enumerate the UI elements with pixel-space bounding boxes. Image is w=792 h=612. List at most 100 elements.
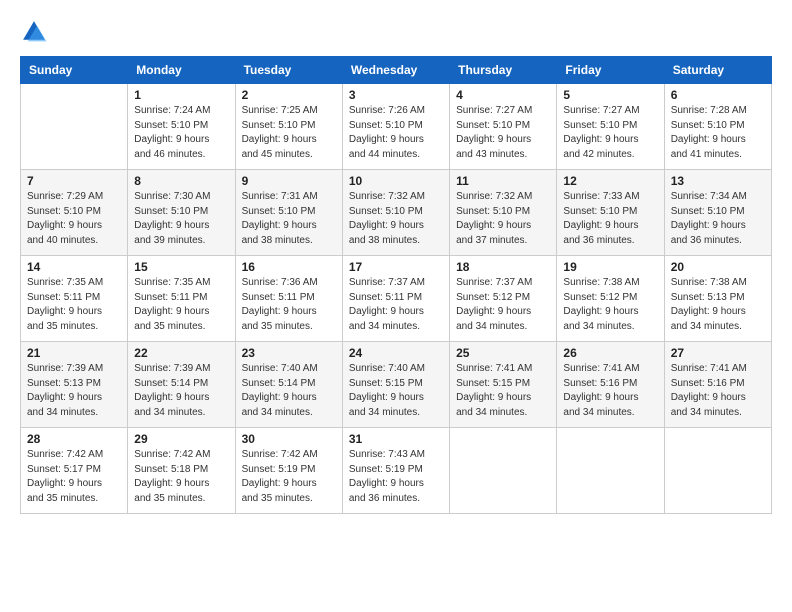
calendar-cell xyxy=(557,428,664,514)
day-info: Sunrise: 7:29 AMSunset: 5:10 PMDaylight:… xyxy=(27,190,121,248)
day-info: Sunrise: 7:41 AMSunset: 5:15 PMDaylight:… xyxy=(456,362,550,420)
calendar-cell: 2 Sunrise: 7:25 AMSunset: 5:10 PMDaylight… xyxy=(235,84,342,170)
calendar-cell: 11Sunrise: 7:32 AMSunset: 5:10 PMDayligh… xyxy=(450,170,557,256)
calendar-week-row: 7 Sunrise: 7:29 AMSunset: 5:10 PMDaylight… xyxy=(21,170,772,256)
calendar-cell: 3 Sunrise: 7:26 AMSunset: 5:10 PMDaylight… xyxy=(342,84,449,170)
calendar-cell: 23Sunrise: 7:40 AMSunset: 5:14 PMDayligh… xyxy=(235,342,342,428)
day-info: Sunrise: 7:26 AMSunset: 5:10 PMDaylight:… xyxy=(349,104,443,162)
day-info: Sunrise: 7:25 AMSunset: 5:10 PMDaylight:… xyxy=(242,104,336,162)
day-info: Sunrise: 7:39 AMSunset: 5:13 PMDaylight:… xyxy=(27,362,121,420)
day-number: 8 xyxy=(134,174,228,188)
calendar-cell: 20Sunrise: 7:38 AMSunset: 5:13 PMDayligh… xyxy=(664,256,771,342)
day-info: Sunrise: 7:37 AMSunset: 5:11 PMDaylight:… xyxy=(349,276,443,334)
day-number: 11 xyxy=(456,174,550,188)
calendar-cell: 18 Sunrise: 7:37 AMSunset: 5:12 PMDayligh… xyxy=(450,256,557,342)
calendar-cell xyxy=(664,428,771,514)
calendar-cell: 4 Sunrise: 7:27 AMSunset: 5:10 PMDaylight… xyxy=(450,84,557,170)
day-info: Sunrise: 7:30 AMSunset: 5:10 PMDaylight:… xyxy=(134,190,228,248)
day-number: 9 xyxy=(242,174,336,188)
day-info: Sunrise: 7:38 AMSunset: 5:12 PMDaylight:… xyxy=(563,276,657,334)
day-info: Sunrise: 7:24 AMSunset: 5:10 PMDaylight:… xyxy=(134,104,228,162)
day-number: 15 xyxy=(134,260,228,274)
day-number: 4 xyxy=(456,88,550,102)
logo xyxy=(20,18,52,46)
day-info: Sunrise: 7:35 AMSunset: 5:11 PMDaylight:… xyxy=(27,276,121,334)
calendar-cell: 9 Sunrise: 7:31 AMSunset: 5:10 PMDaylight… xyxy=(235,170,342,256)
day-info: Sunrise: 7:35 AMSunset: 5:11 PMDaylight:… xyxy=(134,276,228,334)
day-info: Sunrise: 7:42 AMSunset: 5:18 PMDaylight:… xyxy=(134,448,228,506)
day-number: 29 xyxy=(134,432,228,446)
day-info: Sunrise: 7:28 AMSunset: 5:10 PMDaylight:… xyxy=(671,104,765,162)
calendar-cell: 22Sunrise: 7:39 AMSunset: 5:14 PMDayligh… xyxy=(128,342,235,428)
calendar-cell: 13Sunrise: 7:34 AMSunset: 5:10 PMDayligh… xyxy=(664,170,771,256)
day-number: 31 xyxy=(349,432,443,446)
day-info: Sunrise: 7:33 AMSunset: 5:10 PMDaylight:… xyxy=(563,190,657,248)
day-number: 13 xyxy=(671,174,765,188)
day-info: Sunrise: 7:40 AMSunset: 5:14 PMDaylight:… xyxy=(242,362,336,420)
calendar-cell: 31 Sunrise: 7:43 AMSunset: 5:19 PMDayligh… xyxy=(342,428,449,514)
page: SundayMondayTuesdayWednesdayThursdayFrid… xyxy=(0,0,792,612)
day-number: 28 xyxy=(27,432,121,446)
day-number: 2 xyxy=(242,88,336,102)
calendar-cell: 30 Sunrise: 7:42 AMSunset: 5:19 PMDayligh… xyxy=(235,428,342,514)
weekday-header-thursday: Thursday xyxy=(450,57,557,84)
header xyxy=(20,18,772,46)
day-info: Sunrise: 7:32 AMSunset: 5:10 PMDaylight:… xyxy=(349,190,443,248)
day-number: 19 xyxy=(563,260,657,274)
day-info: Sunrise: 7:42 AMSunset: 5:19 PMDaylight:… xyxy=(242,448,336,506)
day-number: 25 xyxy=(456,346,550,360)
day-number: 27 xyxy=(671,346,765,360)
calendar-cell: 25 Sunrise: 7:41 AMSunset: 5:15 PMDayligh… xyxy=(450,342,557,428)
calendar-week-row: 14 Sunrise: 7:35 AMSunset: 5:11 PMDayligh… xyxy=(21,256,772,342)
weekday-header-monday: Monday xyxy=(128,57,235,84)
weekday-header-row: SundayMondayTuesdayWednesdayThursdayFrid… xyxy=(21,57,772,84)
day-number: 7 xyxy=(27,174,121,188)
weekday-header-friday: Friday xyxy=(557,57,664,84)
calendar-cell: 5 Sunrise: 7:27 AMSunset: 5:10 PMDaylight… xyxy=(557,84,664,170)
calendar-cell: 14 Sunrise: 7:35 AMSunset: 5:11 PMDayligh… xyxy=(21,256,128,342)
day-info: Sunrise: 7:38 AMSunset: 5:13 PMDaylight:… xyxy=(671,276,765,334)
calendar-cell: 27 Sunrise: 7:41 AMSunset: 5:16 PMDayligh… xyxy=(664,342,771,428)
calendar-week-row: 1 Sunrise: 7:24 AMSunset: 5:10 PMDaylight… xyxy=(21,84,772,170)
day-info: Sunrise: 7:36 AMSunset: 5:11 PMDaylight:… xyxy=(242,276,336,334)
day-number: 24 xyxy=(349,346,443,360)
day-number: 30 xyxy=(242,432,336,446)
weekday-header-sunday: Sunday xyxy=(21,57,128,84)
calendar-cell: 17Sunrise: 7:37 AMSunset: 5:11 PMDayligh… xyxy=(342,256,449,342)
calendar-cell: 16Sunrise: 7:36 AMSunset: 5:11 PMDayligh… xyxy=(235,256,342,342)
weekday-header-saturday: Saturday xyxy=(664,57,771,84)
day-number: 18 xyxy=(456,260,550,274)
logo-icon xyxy=(20,18,48,46)
calendar-table: SundayMondayTuesdayWednesdayThursdayFrid… xyxy=(20,56,772,514)
day-info: Sunrise: 7:40 AMSunset: 5:15 PMDaylight:… xyxy=(349,362,443,420)
day-info: Sunrise: 7:27 AMSunset: 5:10 PMDaylight:… xyxy=(456,104,550,162)
calendar-cell: 19 Sunrise: 7:38 AMSunset: 5:12 PMDayligh… xyxy=(557,256,664,342)
calendar-cell: 12 Sunrise: 7:33 AMSunset: 5:10 PMDayligh… xyxy=(557,170,664,256)
day-number: 14 xyxy=(27,260,121,274)
calendar-cell: 1 Sunrise: 7:24 AMSunset: 5:10 PMDaylight… xyxy=(128,84,235,170)
day-number: 1 xyxy=(134,88,228,102)
weekday-header-wednesday: Wednesday xyxy=(342,57,449,84)
calendar-cell: 26 Sunrise: 7:41 AMSunset: 5:16 PMDayligh… xyxy=(557,342,664,428)
day-info: Sunrise: 7:43 AMSunset: 5:19 PMDaylight:… xyxy=(349,448,443,506)
day-number: 6 xyxy=(671,88,765,102)
calendar-week-row: 21 Sunrise: 7:39 AMSunset: 5:13 PMDayligh… xyxy=(21,342,772,428)
calendar-cell: 7 Sunrise: 7:29 AMSunset: 5:10 PMDaylight… xyxy=(21,170,128,256)
day-info: Sunrise: 7:27 AMSunset: 5:10 PMDaylight:… xyxy=(563,104,657,162)
calendar-cell: 24 Sunrise: 7:40 AMSunset: 5:15 PMDayligh… xyxy=(342,342,449,428)
day-number: 10 xyxy=(349,174,443,188)
calendar-cell: 10 Sunrise: 7:32 AMSunset: 5:10 PMDayligh… xyxy=(342,170,449,256)
calendar-cell xyxy=(450,428,557,514)
calendar-cell: 8 Sunrise: 7:30 AMSunset: 5:10 PMDaylight… xyxy=(128,170,235,256)
calendar-cell xyxy=(21,84,128,170)
day-info: Sunrise: 7:41 AMSunset: 5:16 PMDaylight:… xyxy=(563,362,657,420)
day-number: 12 xyxy=(563,174,657,188)
day-number: 26 xyxy=(563,346,657,360)
day-number: 21 xyxy=(27,346,121,360)
calendar-cell: 6 Sunrise: 7:28 AMSunset: 5:10 PMDaylight… xyxy=(664,84,771,170)
day-info: Sunrise: 7:31 AMSunset: 5:10 PMDaylight:… xyxy=(242,190,336,248)
day-info: Sunrise: 7:41 AMSunset: 5:16 PMDaylight:… xyxy=(671,362,765,420)
day-number: 3 xyxy=(349,88,443,102)
day-number: 5 xyxy=(563,88,657,102)
day-info: Sunrise: 7:37 AMSunset: 5:12 PMDaylight:… xyxy=(456,276,550,334)
